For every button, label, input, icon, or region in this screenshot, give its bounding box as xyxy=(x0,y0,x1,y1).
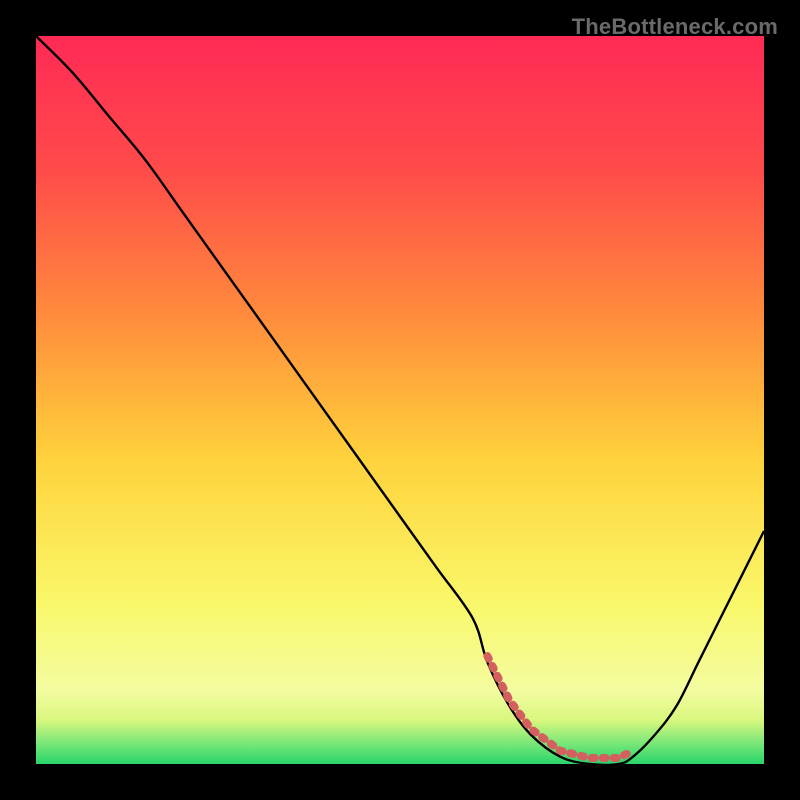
chart-svg xyxy=(16,16,784,784)
chart-frame: TheBottleneck.com xyxy=(16,16,784,784)
watermark-text: TheBottleneck.com xyxy=(572,14,778,40)
plot-background xyxy=(36,36,764,764)
